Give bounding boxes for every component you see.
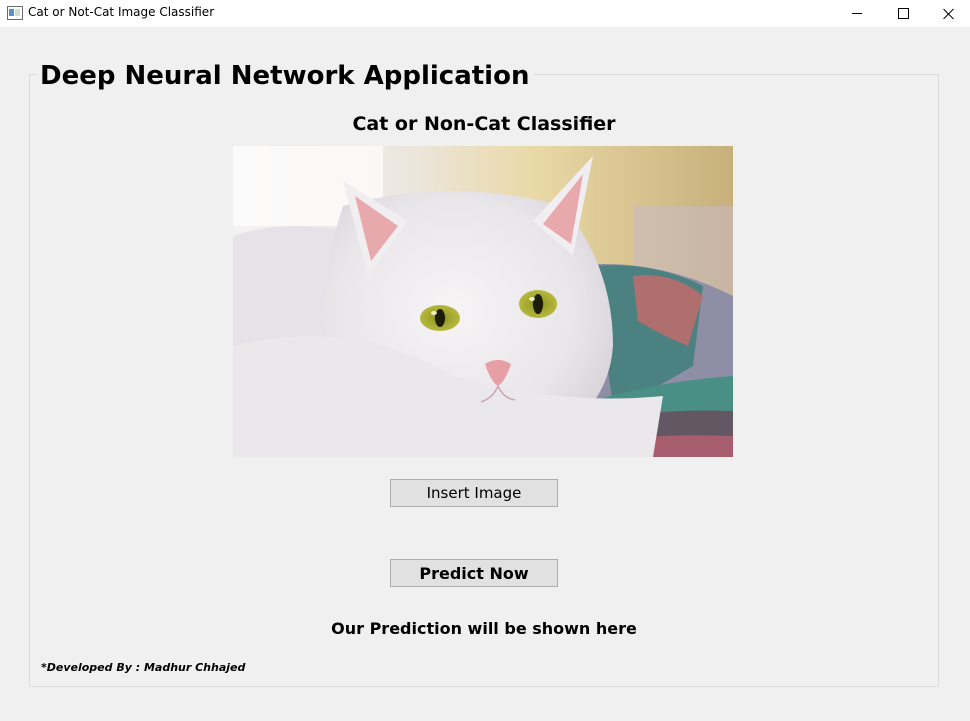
- close-icon: [943, 8, 955, 20]
- close-button[interactable]: [926, 0, 970, 27]
- app-window-icon: [7, 6, 23, 20]
- developer-credit: *Developed By : Madhur Chhajed: [41, 661, 246, 674]
- title-bar: Cat or Not-Cat Image Classifier: [0, 0, 970, 27]
- predict-now-button[interactable]: Predict Now: [390, 559, 558, 587]
- minimize-icon: [852, 13, 862, 14]
- prediction-label: Our Prediction will be shown here: [331, 619, 637, 638]
- classifier-subtitle: Cat or Non-Cat Classifier: [352, 113, 616, 135]
- window-title: Cat or Not-Cat Image Classifier: [28, 5, 215, 19]
- maximize-icon: [897, 8, 909, 19]
- maximize-button[interactable]: [880, 0, 926, 27]
- group-title: Deep Neural Network Application: [36, 60, 534, 92]
- cat-image: [233, 146, 733, 457]
- insert-image-button[interactable]: Insert Image: [390, 479, 558, 507]
- minimize-button[interactable]: [834, 0, 880, 27]
